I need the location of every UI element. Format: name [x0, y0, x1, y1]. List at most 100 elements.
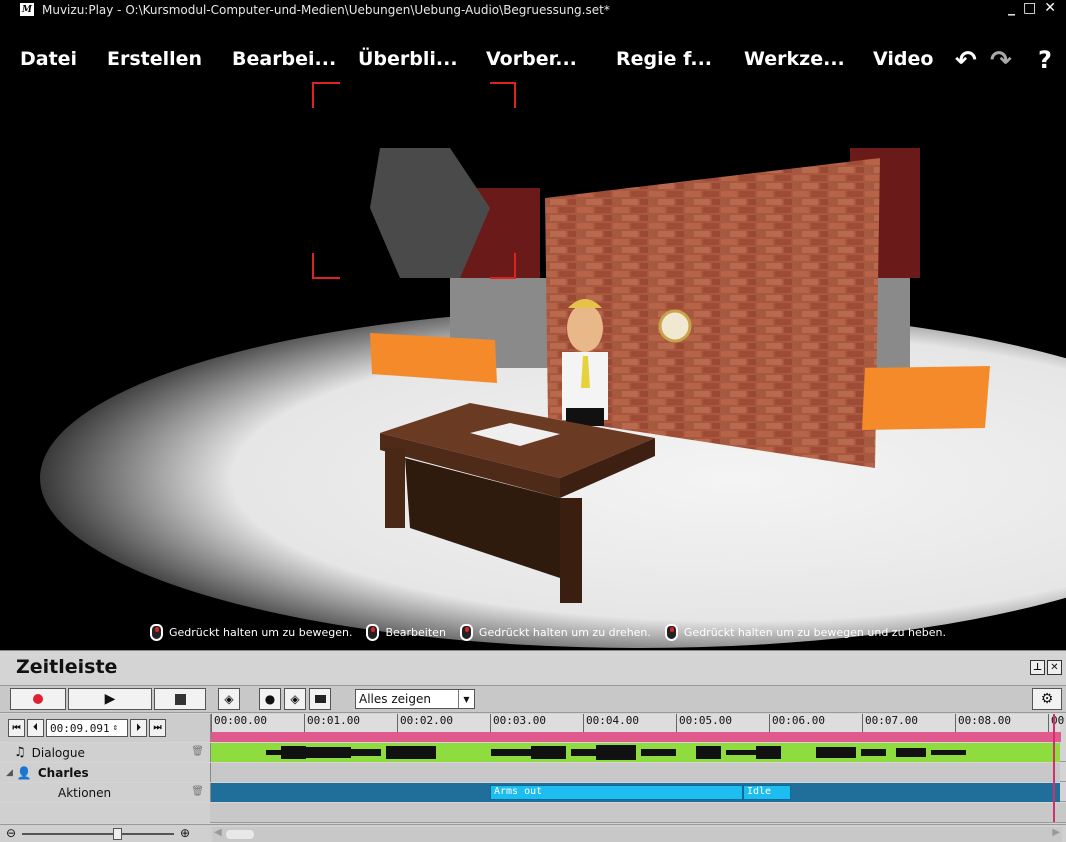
action-arms-out[interactable]: Arms out — [490, 785, 743, 800]
actions-lane[interactable]: Arms out Idle — [210, 783, 1060, 802]
track-actions-header[interactable]: Aktionen 🗑 — [0, 783, 210, 802]
window-controls: _ □ ✕ — [1008, 0, 1056, 16]
filter-select[interactable]: Alles zeigen ▼ — [355, 689, 475, 709]
title-bar: M Muvizu:Play - O:\Kursmodul-Computer-un… — [0, 0, 1066, 19]
undo-icon[interactable]: ↶ — [955, 46, 977, 76]
close-button[interactable]: ✕ — [1044, 0, 1056, 16]
menu-erstellen[interactable]: Erstellen — [107, 48, 202, 70]
go-to-end-button[interactable]: ⏭ — [149, 719, 166, 737]
stop-button[interactable] — [154, 688, 206, 710]
collapse-icon[interactable]: ◢ — [6, 768, 13, 778]
scroll-left-icon[interactable]: ◀ — [214, 827, 222, 838]
mouse-both-icon — [664, 624, 678, 641]
wall-clock — [658, 309, 692, 343]
keyframe-icon: ◈ — [224, 692, 234, 706]
character-charles — [562, 299, 608, 426]
timeline-ruler: ⏮ ⏴ 00:09.091 ⇕ ⏵ ⏭ 00:00.00 00:01.00 00:… — [0, 714, 1066, 742]
menu-video[interactable]: Video — [873, 48, 933, 70]
help-button[interactable]: ? — [1038, 46, 1052, 74]
record-icon — [33, 694, 43, 704]
character-lane[interactable] — [210, 763, 1060, 782]
zoom-in-icon[interactable]: ⊕ — [180, 826, 190, 840]
time-field[interactable]: 00:09.091 ⇕ — [46, 719, 128, 737]
horizontal-scrollbar[interactable]: ◀ ▶ — [212, 827, 1062, 842]
timeline-title: Zeitleiste — [16, 656, 118, 678]
tick-6: 00:06.00 — [769, 714, 825, 732]
tick-2: 00:02.00 — [397, 714, 453, 732]
timeline-panel: Zeitleiste ⊥ ✕ ▶ ◈ ● ◈ Alles zeigen ▼ ⚙ … — [0, 650, 1066, 842]
scene-canvas[interactable] — [0, 78, 1066, 648]
trash-icon[interactable]: 🗑 — [191, 746, 204, 757]
tick-0: 00:00.00 — [211, 714, 267, 732]
menu-werkzeuge[interactable]: Werkze... — [744, 48, 845, 70]
menu-ueberblick[interactable]: Überbli... — [358, 48, 458, 70]
ruler-range-bar[interactable] — [211, 732, 1061, 742]
timeline-window-buttons: ⊥ ✕ — [1030, 660, 1062, 675]
tick-8: 00:08.00 — [955, 714, 1011, 732]
play-button[interactable]: ▶ — [68, 688, 152, 710]
frame-icon — [314, 695, 326, 703]
track-actions-label: Aktionen — [58, 785, 112, 800]
hint-rotate: Gedrückt halten um zu drehen. — [478, 626, 651, 639]
chevron-down-icon: ▼ — [458, 690, 474, 708]
dialogue-lane[interactable] — [210, 743, 1060, 762]
stop-icon — [174, 693, 186, 705]
maximize-button[interactable]: □ — [1023, 0, 1036, 16]
frame-button[interactable] — [309, 688, 331, 710]
zoom-slider[interactable] — [22, 833, 174, 835]
menu-regie[interactable]: Regie f... — [616, 48, 712, 70]
action-idle[interactable]: Idle — [743, 785, 791, 800]
mouse-hints: Gedrückt halten um zu bewegen. Bearbeite… — [140, 624, 950, 641]
pin-icon[interactable]: ⊥ — [1030, 660, 1045, 675]
settings-button[interactable]: ⚙ — [1032, 688, 1062, 710]
menu-vorbereiten[interactable]: Vorber... — [486, 48, 577, 70]
keyframe-button[interactable]: ◈ — [218, 688, 240, 710]
tick-1: 00:01.00 — [304, 714, 360, 732]
play-icon: ▶ — [104, 691, 116, 707]
tick-5: 00:05.00 — [676, 714, 732, 732]
spinner-icon: ⇕ — [112, 723, 119, 733]
filter-select-value: Alles zeigen — [359, 692, 431, 706]
tick-9: 00 — [1048, 714, 1064, 732]
audio-waveform — [266, 745, 966, 760]
track-empty — [0, 803, 1066, 823]
motion-icon: ● — [264, 692, 276, 706]
close-icon[interactable]: ✕ — [1047, 660, 1062, 675]
orange-panel-right — [862, 366, 990, 430]
hint-edit: Bearbeiten — [385, 626, 446, 639]
timeline-controls: ▶ ◈ ● ◈ Alles zeigen ▼ ⚙ — [0, 685, 1066, 713]
scroll-thumb[interactable] — [226, 830, 254, 839]
record-button[interactable] — [10, 688, 66, 710]
step-forward-button[interactable]: ⏵ — [130, 719, 147, 737]
motion-button[interactable]: ● — [259, 688, 281, 710]
track-empty-header — [0, 803, 210, 823]
time-navigation: ⏮ ⏴ 00:09.091 ⇕ ⏵ ⏭ — [0, 714, 210, 742]
menu-bar: Datei Erstellen Bearbei... Überbli... Vo… — [0, 40, 1066, 76]
scene-viewport[interactable] — [0, 78, 1066, 648]
scroll-right-icon[interactable]: ▶ — [1052, 827, 1060, 838]
track-actions: Aktionen 🗑 Arms out Idle — [0, 783, 1066, 802]
tick-7: 00:07.00 — [862, 714, 918, 732]
window-title: Muvizu:Play - O:\Kursmodul-Computer-und-… — [42, 2, 610, 17]
tick-3: 00:03.00 — [490, 714, 546, 732]
time-ruler[interactable]: 00:00.00 00:01.00 00:02.00 00:03.00 00:0… — [210, 714, 1064, 742]
track-character-label: Charles — [37, 765, 89, 780]
mouse-right-icon — [366, 624, 380, 641]
menu-datei[interactable]: Datei — [20, 48, 77, 70]
track-character-header[interactable]: ◢ 👤 Charles — [0, 763, 210, 782]
minimize-button[interactable]: _ — [1008, 0, 1015, 16]
playhead[interactable] — [1053, 714, 1055, 822]
track-dialogue-header[interactable]: ♫ Dialogue 🗑 — [0, 743, 210, 762]
time-field-value: 00:09.091 — [50, 721, 110, 735]
app-logo: M — [20, 3, 34, 16]
trash-icon[interactable]: 🗑 — [191, 786, 204, 797]
step-back-button[interactable]: ⏴ — [27, 719, 44, 737]
redo-icon[interactable]: ↷ — [990, 46, 1012, 76]
keyframe-add-button[interactable]: ◈ — [284, 688, 306, 710]
menu-bearbeiten[interactable]: Bearbei... — [232, 48, 336, 70]
timeline-bottom-bar: ⊖ ⊕ ◀ ▶ — [0, 824, 1066, 842]
hint-move-lift: Gedrückt halten um zu bewegen und zu heb… — [683, 626, 946, 639]
zoom-slider-thumb[interactable] — [113, 828, 122, 840]
zoom-out-icon[interactable]: ⊖ — [6, 826, 16, 840]
go-to-start-button[interactable]: ⏮ — [8, 719, 25, 737]
